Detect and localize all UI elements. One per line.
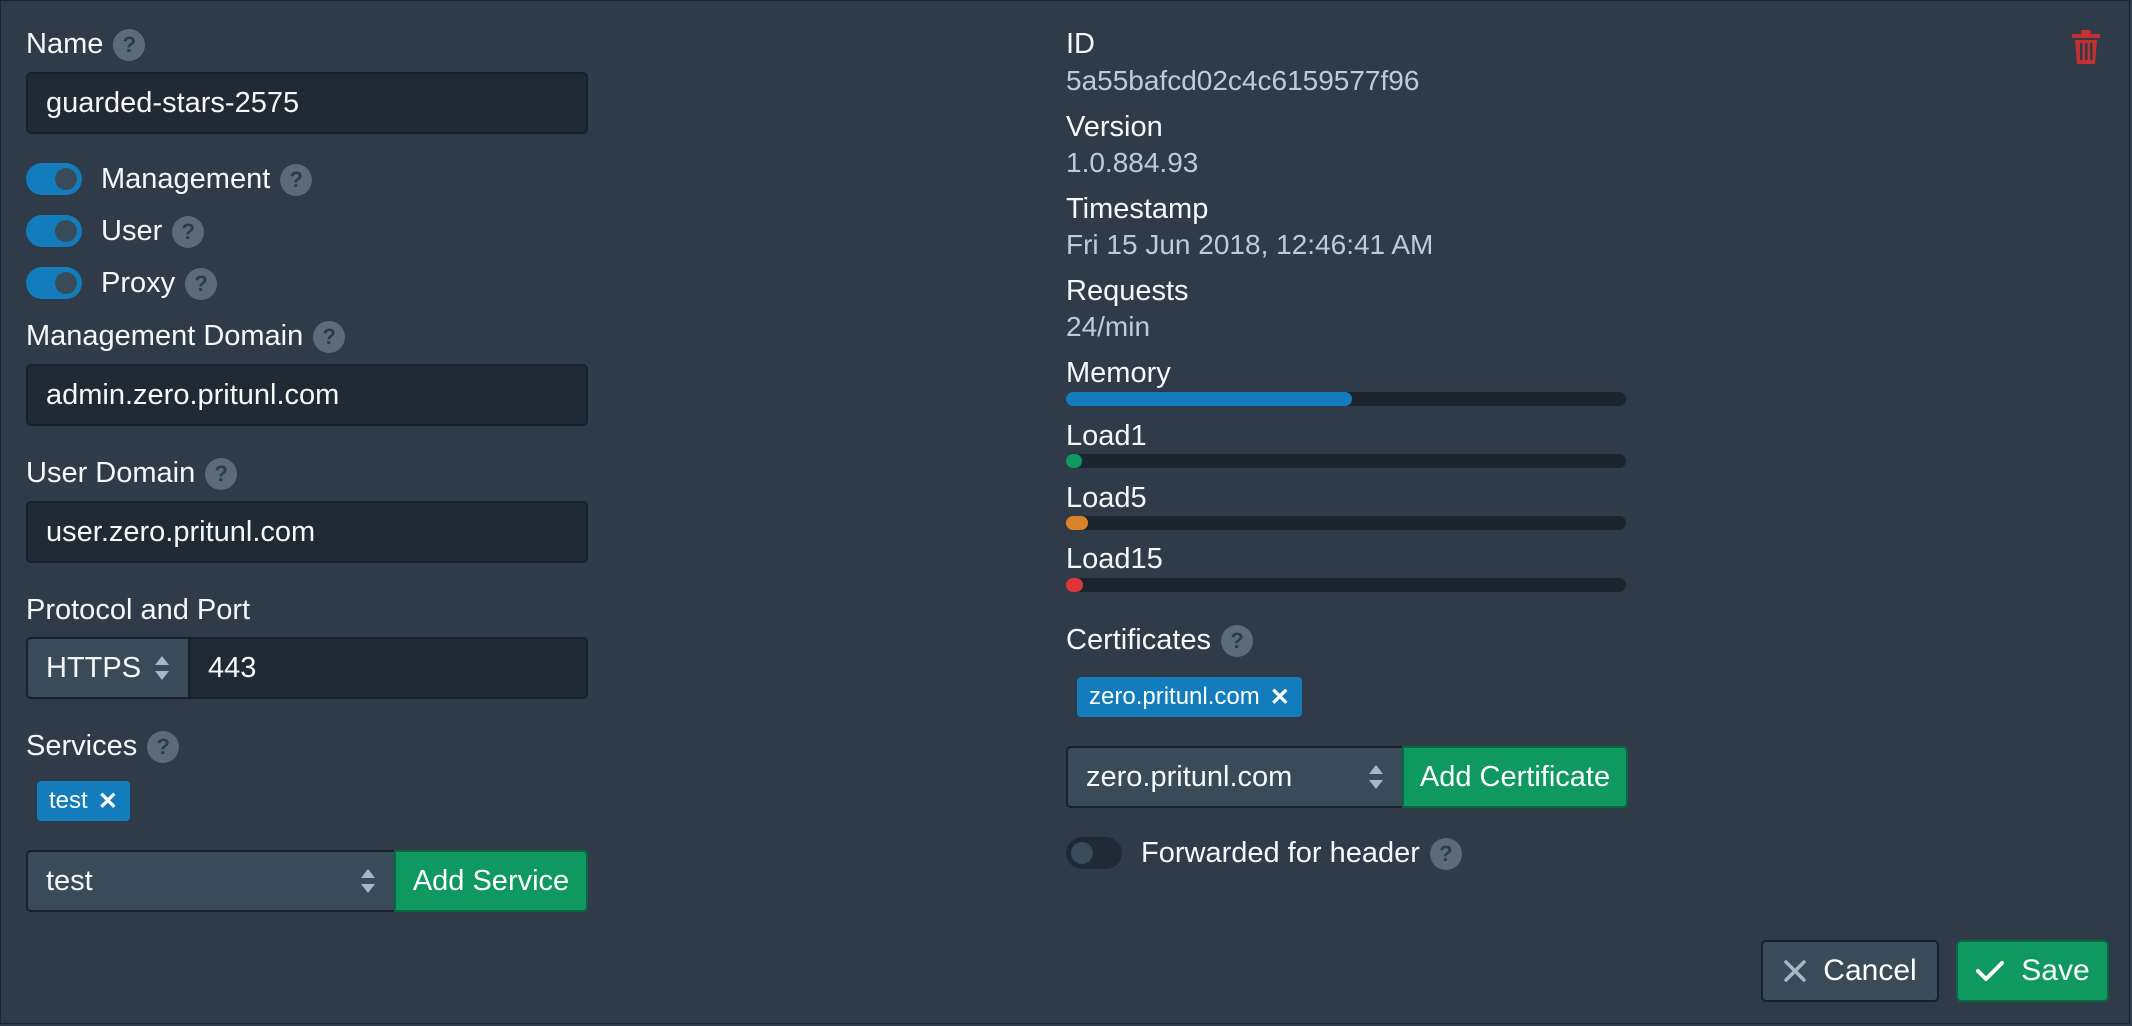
help-icon[interactable]: ? <box>172 216 205 249</box>
port-input-value: 443 <box>208 651 257 684</box>
service-tag-label: test <box>49 787 88 814</box>
certificate-select[interactable]: zero.pritunl.com <box>1066 746 1404 808</box>
version-value: 1.0.884.93 <box>1066 147 1199 178</box>
name-input-value: guarded-stars-2575 <box>46 86 300 119</box>
checkmark-icon <box>1976 961 2005 981</box>
load1-meter-fill <box>1066 454 1082 468</box>
port-input[interactable]: 443 <box>188 637 588 699</box>
caret-updown-icon <box>155 656 169 680</box>
memory-meter-fill <box>1066 392 1352 406</box>
user-domain-label: User Domain <box>26 457 196 489</box>
help-icon[interactable]: ? <box>1221 625 1254 658</box>
proxy-toggle-label: Proxy <box>101 267 176 299</box>
help-icon[interactable]: ? <box>147 731 180 764</box>
node-panel: Name? guarded-stars-2575 Management? Use… <box>0 0 2130 1024</box>
service-select[interactable]: test <box>26 850 396 912</box>
management-domain-label: Management Domain <box>26 320 304 352</box>
help-icon[interactable]: ? <box>1429 838 1462 871</box>
remove-tag-icon[interactable]: ✕ <box>98 787 118 816</box>
protocol-select[interactable]: HTTPS <box>26 637 190 699</box>
requests-label: Requests <box>1066 275 1189 307</box>
certificate-tag[interactable]: zero.pritunl.com ✕ <box>1077 677 1302 717</box>
requests-value: 24/min <box>1066 311 1151 342</box>
toggle-knob <box>1071 842 1093 864</box>
cancel-button-label: Cancel <box>1823 954 1917 987</box>
forwarded-header-label: Forwarded for header <box>1141 837 1420 869</box>
load15-meter-fill <box>1066 578 1083 592</box>
help-icon[interactable]: ? <box>313 321 346 354</box>
id-value: 5a55bafcd02c4c6159577f96 <box>1066 65 1420 96</box>
load15-meter <box>1066 578 1626 592</box>
timestamp-label: Timestamp <box>1066 193 1209 225</box>
management-domain-label-row: Management Domain? <box>26 319 346 354</box>
help-icon[interactable]: ? <box>280 164 313 197</box>
load1-meter <box>1066 454 1626 468</box>
help-icon[interactable]: ? <box>205 458 238 491</box>
help-icon[interactable]: ? <box>113 29 146 62</box>
help-icon[interactable]: ? <box>185 268 218 301</box>
timestamp-value: Fri 15 Jun 2018, 12:46:41 AM <box>1066 229 1434 260</box>
save-button-label: Save <box>2021 954 2090 987</box>
management-domain-value: admin.zero.pritunl.com <box>46 378 340 411</box>
caret-updown-icon <box>1369 765 1383 789</box>
caret-updown-icon <box>361 869 375 893</box>
load15-label: Load15 <box>1066 543 1163 575</box>
load5-meter-fill <box>1066 516 1089 530</box>
service-tag[interactable]: test ✕ <box>37 781 130 821</box>
services-label: Services <box>26 730 138 762</box>
user-toggle-label: User <box>101 215 163 247</box>
management-toggle-label: Management <box>101 163 271 195</box>
name-input[interactable]: guarded-stars-2575 <box>26 72 588 134</box>
add-service-button[interactable]: Add Service <box>394 850 588 912</box>
certificates-label: Certificates <box>1066 624 1212 656</box>
service-select-value: test <box>46 864 93 897</box>
user-domain-value: user.zero.pritunl.com <box>46 515 316 548</box>
save-button[interactable]: Save <box>1956 940 2109 1002</box>
protocol-select-value: HTTPS <box>46 651 142 684</box>
memory-meter <box>1066 392 1626 406</box>
trash-icon[interactable] <box>2071 29 2101 65</box>
user-toggle[interactable] <box>26 215 82 247</box>
certificate-select-value: zero.pritunl.com <box>1086 760 1293 793</box>
load1-label: Load1 <box>1066 420 1147 452</box>
certificate-tag-label: zero.pritunl.com <box>1089 683 1260 710</box>
id-label: ID <box>1066 28 1095 60</box>
memory-label: Memory <box>1066 357 1171 389</box>
cancel-button[interactable]: Cancel <box>1761 940 1939 1002</box>
protocol-port-label: Protocol and Port <box>26 594 251 626</box>
load5-label: Load5 <box>1066 482 1147 514</box>
version-label: Version <box>1066 111 1163 143</box>
certificates-label-row: Certificates? <box>1066 623 1254 658</box>
forwarded-header-toggle[interactable] <box>1066 837 1122 869</box>
management-toggle-row: Management? <box>101 162 313 197</box>
close-icon <box>1784 960 1807 982</box>
user-domain-input[interactable]: user.zero.pritunl.com <box>26 501 588 563</box>
services-label-row: Services? <box>26 729 180 764</box>
name-label: Name <box>26 28 104 60</box>
remove-tag-icon[interactable]: ✕ <box>1270 683 1290 712</box>
user-toggle-row: User? <box>101 214 205 249</box>
add-certificate-button[interactable]: Add Certificate <box>1402 746 1628 808</box>
toggle-knob <box>55 168 77 190</box>
toggle-knob <box>55 272 77 294</box>
management-domain-input[interactable]: admin.zero.pritunl.com <box>26 364 588 426</box>
toggle-knob <box>55 220 77 242</box>
proxy-toggle[interactable] <box>26 267 82 299</box>
user-domain-label-row: User Domain? <box>26 456 238 491</box>
name-label-row: Name? <box>26 27 146 62</box>
load5-meter <box>1066 516 1626 530</box>
management-toggle[interactable] <box>26 163 82 195</box>
forwarded-header-row: Forwarded for header? <box>1141 836 1462 871</box>
proxy-toggle-row: Proxy? <box>101 266 218 301</box>
